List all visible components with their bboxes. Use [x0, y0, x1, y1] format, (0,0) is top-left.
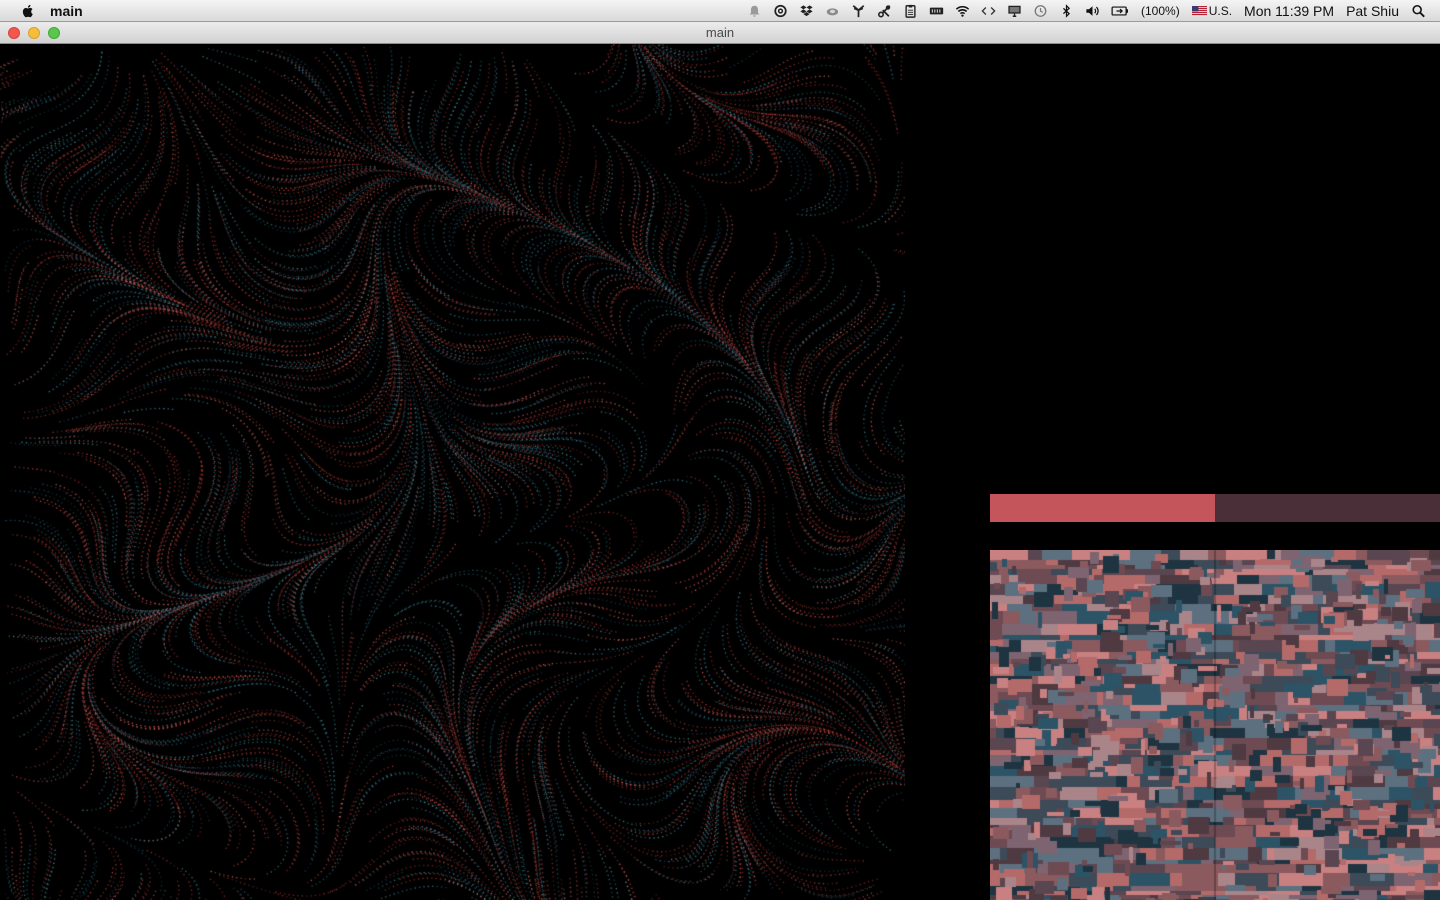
- input-source-label: U.S.: [1208, 3, 1233, 18]
- scissors-icon[interactable]: [876, 4, 892, 18]
- app-canvas[interactable]: [0, 44, 1440, 900]
- bluetooth-icon[interactable]: [1058, 3, 1074, 18]
- cloud-icon[interactable]: [824, 4, 840, 18]
- progress-bar: [990, 494, 1440, 522]
- wifi-icon[interactable]: [954, 4, 970, 18]
- battery-icon[interactable]: [1110, 4, 1130, 18]
- window-title-bar[interactable]: main: [0, 22, 1440, 44]
- progress-fill: [990, 494, 1215, 522]
- flag-icon: [1191, 5, 1207, 16]
- antenna-icon[interactable]: [850, 4, 866, 18]
- window-title: main: [705, 25, 735, 40]
- display-icon[interactable]: [1006, 4, 1022, 18]
- menu-bar: main (100%) U.S. Mon 11:39 PM Pat Shiu: [0, 0, 1440, 22]
- menubar-clock[interactable]: Mon 11:39 PM: [1244, 3, 1334, 19]
- clipboard-icon[interactable]: [902, 4, 918, 18]
- memory-icon[interactable]: [928, 4, 944, 18]
- code-icon[interactable]: [980, 4, 996, 18]
- spotlight-icon[interactable]: [1410, 4, 1426, 18]
- circle-app-icon[interactable]: [772, 4, 788, 18]
- notification-icon[interactable]: [746, 4, 762, 18]
- time-machine-icon[interactable]: [1032, 4, 1048, 18]
- pixel-preview-texture: [990, 550, 1440, 900]
- apple-menu-icon[interactable]: [20, 3, 36, 19]
- user-menu[interactable]: Pat Shiu: [1346, 3, 1399, 19]
- input-source-menu[interactable]: U.S.: [1191, 3, 1233, 18]
- app-menu-name[interactable]: main: [50, 3, 83, 19]
- volume-icon[interactable]: [1084, 4, 1100, 18]
- battery-percentage[interactable]: (100%): [1141, 4, 1180, 18]
- dropbox-icon[interactable]: [798, 4, 814, 18]
- particle-flow-visualization[interactable]: [0, 44, 905, 900]
